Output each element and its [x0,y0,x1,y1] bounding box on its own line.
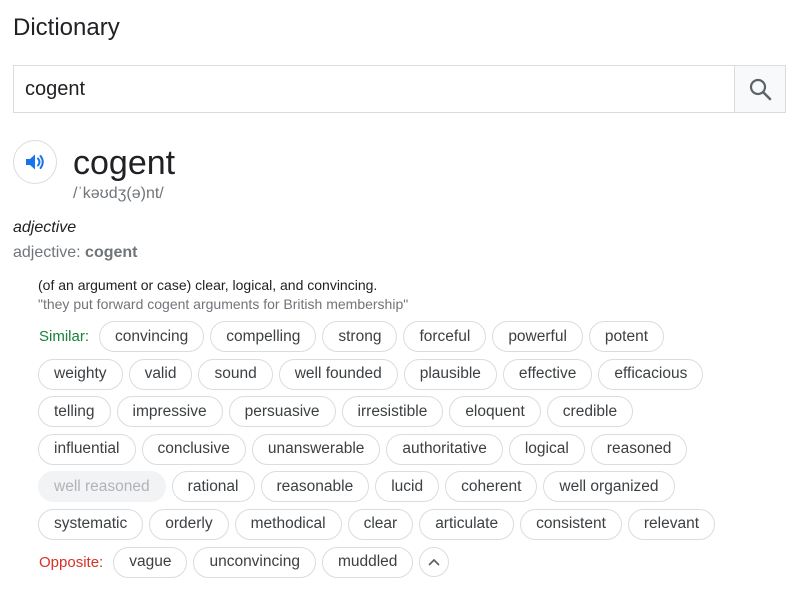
synonym-chip-current: well reasoned [38,471,166,503]
similar-label: Similar: [39,328,90,345]
similar-row-0: Similar: convincing compelling strong fo… [38,321,778,352]
synonym-chip[interactable]: reasoned [590,433,688,465]
synonym-chip[interactable]: lucid [375,471,440,503]
collapse-button[interactable] [419,547,450,578]
synonym-chip[interactable]: relevant [627,508,716,540]
similar-row-4: well reasoned rational reasonable lucid … [38,471,778,503]
headword: cogent [73,144,176,182]
synonym-chip[interactable]: clear [347,508,414,540]
synonym-chip[interactable]: efficacious [598,358,704,390]
synonym-chip[interactable]: strong [322,321,398,352]
synonym-chip[interactable]: effective [502,358,593,390]
chevron-up-icon [429,559,440,566]
search-icon [749,78,772,101]
synonym-chip[interactable]: weighty [38,358,123,390]
synonym-antonym-section: Similar: convincing compelling strong fo… [38,321,778,584]
part-of-speech: adjective [13,219,77,236]
synonym-chip[interactable]: persuasive [228,396,336,428]
synonym-chip[interactable]: methodical [234,508,342,540]
opposite-label: Opposite: [39,553,104,571]
synonym-chip[interactable]: conclusive [141,433,246,465]
synonym-chip[interactable]: telling [38,396,111,428]
synonym-chip[interactable]: irresistible [341,396,444,428]
synonym-chip[interactable]: orderly [149,508,229,540]
search-input[interactable] [14,66,736,112]
synonym-chip[interactable]: potent [588,321,665,352]
antonym-chip[interactable]: muddled [321,546,414,578]
synonym-chip[interactable]: logical [508,433,585,465]
search-bar [13,65,786,113]
similar-row-5: systematic orderly methodical clear arti… [38,508,778,540]
word-form: cogent [85,244,138,261]
synonym-chip[interactable]: convincing [99,321,205,352]
similar-row-2: telling impressive persuasive irresistib… [38,396,778,428]
synonym-chip[interactable]: coherent [445,471,538,503]
synonym-chip[interactable]: eloquent [449,396,541,428]
synonym-chip[interactable]: powerful [492,321,583,352]
synonym-chip[interactable]: reasonable [260,471,370,503]
synonym-chip[interactable]: sound [198,358,273,390]
synonym-chip[interactable]: articulate [419,508,515,540]
word-form-label: adjective: [13,244,86,261]
pronunciation-button[interactable] [13,140,57,184]
synonym-chip[interactable]: authoritative [386,433,503,465]
synonym-chip[interactable]: forceful [403,321,487,352]
usage-example: "they put forward cogent arguments for B… [38,296,409,312]
synonym-chip[interactable]: rational [171,471,255,503]
synonym-chip[interactable]: influential [38,433,136,465]
antonym-chip[interactable]: unconvincing [193,546,316,578]
synonym-chip[interactable]: unanswerable [251,433,381,465]
speaker-icon [26,154,44,170]
synonym-chip[interactable]: systematic [38,508,144,540]
definition: (of an argument or case) clear, logical,… [38,277,378,293]
phonetic-spelling: /ˈkəʊdʒ(ə)nt/ [73,185,164,202]
antonym-chip[interactable]: vague [113,546,188,578]
synonym-chip[interactable]: valid [128,358,193,390]
synonym-chip[interactable]: well organized [543,471,675,503]
page-title: Dictionary [13,14,120,41]
similar-row-1: weighty valid sound well founded plausib… [38,358,778,390]
opposite-row: Opposite: vague unconvincing muddled [38,546,778,578]
word-form-line: adjective: cogent [13,244,138,262]
synonym-chip[interactable]: impressive [116,396,223,428]
synonym-chip[interactable]: well founded [278,358,398,390]
synonym-chip[interactable]: compelling [210,321,317,352]
synonym-chip[interactable]: credible [546,396,634,428]
synonym-chip[interactable]: consistent [520,508,622,540]
synonym-chip[interactable]: plausible [403,358,497,390]
similar-row-3: influential conclusive unanswerable auth… [38,433,778,465]
search-button[interactable] [734,66,785,112]
